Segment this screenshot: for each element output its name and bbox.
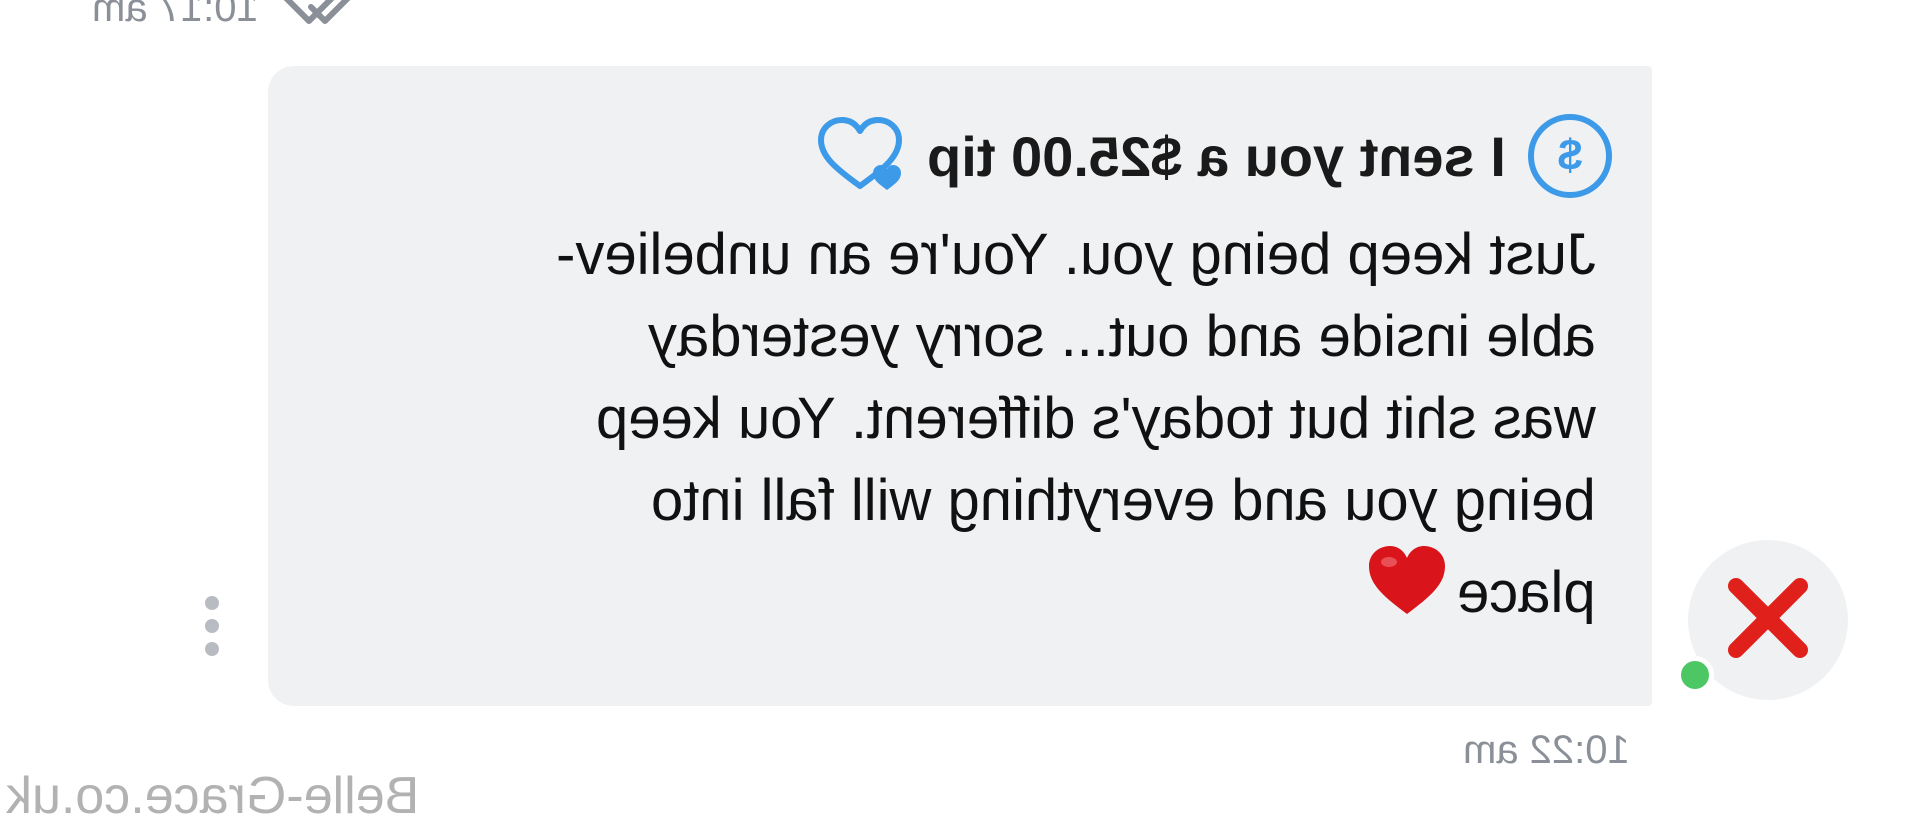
more-dot <box>205 596 219 610</box>
heart-outline-icon[interactable] <box>815 116 905 196</box>
message-line: Just keep being you. You're an unbeliev- <box>556 222 1596 287</box>
message-line: was shit but today's different. You keep <box>596 386 1596 451</box>
message-text: Just keep being you. You're an unbeliev-… <box>326 214 1596 640</box>
message-bubble: $ I sent you a $25.00 tip Just keep bein… <box>268 66 1652 706</box>
message-time: 10:22 am <box>1463 728 1630 772</box>
online-status-dot <box>1676 656 1714 694</box>
watermark: Belle-Grace.co.uk <box>6 767 420 825</box>
dollar-icon: $ <box>1528 114 1612 198</box>
avatar[interactable] <box>1676 540 1848 700</box>
more-options-button[interactable] <box>200 596 224 656</box>
red-x-icon <box>1726 576 1810 665</box>
sent-time: 10:17 am <box>92 0 259 30</box>
dollar-symbol: $ <box>1557 131 1583 180</box>
tip-text: I sent you a $25.00 tip <box>927 124 1506 188</box>
message-line: able inside and out... sorry yesterday <box>648 304 1596 369</box>
more-dot <box>205 619 219 633</box>
top-time-row: 10:17 am <box>92 0 357 38</box>
tip-row: $ I sent you a $25.00 tip <box>815 110 1612 202</box>
double-check-icon <box>277 0 357 33</box>
message-line: place <box>326 542 1596 640</box>
red-heart-icon <box>1365 542 1449 640</box>
message-line: being you and everything will fall into <box>651 468 1596 533</box>
more-dot <box>205 642 219 656</box>
